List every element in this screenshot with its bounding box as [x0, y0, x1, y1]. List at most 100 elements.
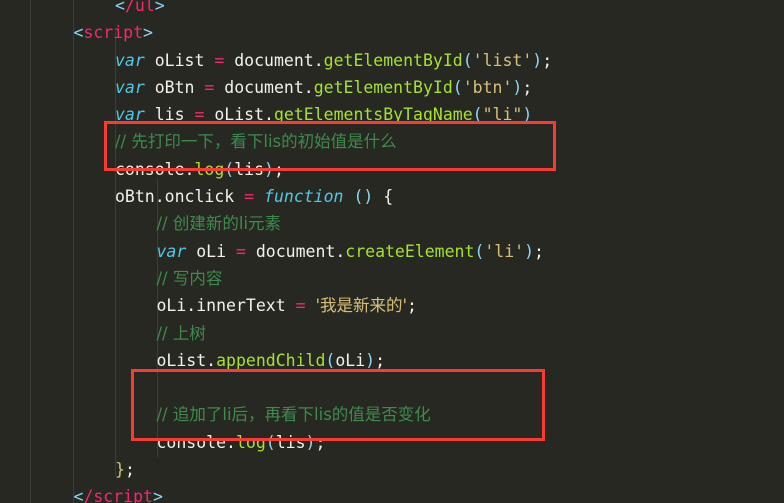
code-token-angle: > — [152, 487, 163, 503]
code-line[interactable]: </script> — [0, 483, 784, 503]
code-token-plain: document. — [224, 50, 324, 70]
code-token-paren: ) — [365, 350, 376, 370]
code-line[interactable]: }; — [0, 456, 784, 483]
code-token-punct: ; — [522, 77, 533, 97]
code-token-method: log — [194, 159, 225, 179]
code-token-paren: ( — [325, 350, 336, 370]
code-token-angle: < — [115, 0, 125, 15]
code-token-plain: lis — [275, 432, 306, 452]
code-content-area[interactable]: </ul> <script> var oList = document.getEle… — [0, 0, 784, 503]
code-line[interactable]: // 先打印一下，看下lis的初始值是什么 — [0, 128, 784, 155]
code-token-str: '我是新来的' — [315, 296, 408, 316]
code-token-kw: var — [115, 105, 145, 125]
code-token-angle: > — [154, 0, 165, 15]
code-token-str: "li" — [482, 105, 523, 125]
code-token-method: createElement — [345, 241, 475, 261]
code-token-op: = — [244, 187, 255, 207]
code-token-comment: // 上树 — [156, 323, 206, 343]
code-token-paren: ( — [452, 77, 463, 97]
code-line[interactable]: // 写内容 — [0, 265, 784, 292]
code-line[interactable]: oList.appendChild(oLi); — [0, 347, 784, 374]
code-line[interactable]: // 创建新的li元素 — [0, 210, 784, 237]
code-token-punct: ; — [273, 159, 284, 179]
code-line[interactable]: var oList = document.getElementById('lis… — [0, 47, 784, 74]
code-token-paren: ) — [524, 241, 535, 261]
code-line[interactable]: oBtn.onclick = function () { — [0, 183, 784, 210]
code-token-paren: ( — [472, 105, 483, 125]
code-token-paren: ( — [462, 50, 473, 70]
code-token-plain: oBtn — [144, 77, 205, 97]
code-token-punct: ; — [315, 432, 326, 452]
code-token-paren: () — [353, 187, 374, 207]
code-token-plain: oLi.innerText — [156, 296, 296, 316]
code-token-op: = — [194, 105, 205, 125]
code-line[interactable] — [0, 374, 784, 401]
code-token-kw: var — [156, 241, 187, 261]
code-token-angle: < — [73, 487, 84, 503]
code-token-method: getElementById — [323, 50, 463, 70]
code-token-op: = — [204, 77, 215, 97]
code-token-punct: ; — [542, 50, 553, 70]
code-token-comment: // 追加了li后，再看下lis的值是否变化 — [156, 405, 431, 425]
code-token-plain: console. — [156, 432, 236, 452]
code-token-plain: document. — [214, 77, 314, 97]
code-token-plain: oList. — [156, 350, 217, 370]
code-token-tag: /script — [83, 487, 153, 503]
code-token-method: log — [235, 432, 266, 452]
code-token-plain: oLi — [186, 241, 236, 261]
code-token-op: = — [295, 296, 306, 316]
code-token-comment: // 写内容 — [156, 268, 223, 288]
code-line[interactable]: var oLi = document.createElement('li'); — [0, 238, 784, 265]
code-token-plain: oList — [144, 50, 215, 70]
code-token-op: = — [235, 241, 246, 261]
code-line[interactable]: console.log(lis); — [0, 429, 784, 456]
code-token-tag: /ul — [124, 0, 155, 15]
code-token-punct: ; — [407, 296, 417, 316]
code-line[interactable]: <script> — [0, 19, 784, 46]
code-token-method: getElementsByTagName — [273, 105, 473, 125]
code-token-punct: { — [383, 187, 394, 207]
code-token-paren: ( — [265, 432, 276, 452]
code-editor-screenshot: </ul> <script> var oList = document.getEle… — [0, 0, 784, 503]
code-line[interactable]: // 上树 — [0, 320, 784, 347]
code-token-punct: ; — [124, 460, 135, 480]
code-line[interactable]: var oBtn = document.getElementById('btn'… — [0, 74, 784, 101]
code-line[interactable]: console.log(lis); — [0, 156, 784, 183]
code-token-kw: var — [115, 50, 145, 70]
code-token-angle: < — [73, 23, 84, 43]
code-token-paren: ( — [474, 241, 485, 261]
code-token-plain: oLi — [335, 350, 366, 370]
code-token-plain: oBtn.onclick — [115, 187, 245, 207]
code-token-plain: oList. — [204, 105, 274, 125]
code-token-str: 'li' — [484, 241, 525, 261]
code-token-kw: var — [115, 77, 145, 97]
code-token-brace-y: } — [115, 460, 125, 480]
code-line[interactable]: oLi.innerText = '我是新来的'; — [0, 292, 784, 319]
code-token-plain: console. — [115, 159, 195, 179]
code-token-str: 'btn' — [462, 77, 513, 97]
code-token-punct: ; — [375, 350, 386, 370]
code-token-paren: ) — [264, 159, 274, 179]
code-token-comment: // 创建新的li元素 — [156, 214, 282, 234]
code-token-paren: ) — [512, 77, 523, 97]
code-token-paren: ) — [522, 105, 533, 125]
code-line[interactable]: // 追加了li后，再看下lis的值是否变化 — [0, 401, 784, 428]
code-token-paren: ) — [532, 50, 543, 70]
code-token-str: 'list' — [472, 50, 533, 70]
code-line[interactable]: var lis = oList.getElementsByTagName("li… — [0, 101, 784, 128]
code-token-method: getElementById — [313, 77, 453, 97]
code-token-plain: document. — [245, 241, 346, 261]
code-token-kw: function — [264, 187, 344, 207]
code-token-punct: ; — [534, 241, 544, 261]
code-token-paren: ( — [224, 159, 235, 179]
code-token-plain: lis — [234, 159, 265, 179]
code-token-plain: lis — [144, 105, 195, 125]
code-token-op: = — [214, 50, 225, 70]
code-token-comment: // 先打印一下，看下lis的初始值是什么 — [115, 132, 397, 152]
code-line[interactable]: </ul> — [0, 0, 784, 19]
code-token-paren: ) — [305, 432, 316, 452]
